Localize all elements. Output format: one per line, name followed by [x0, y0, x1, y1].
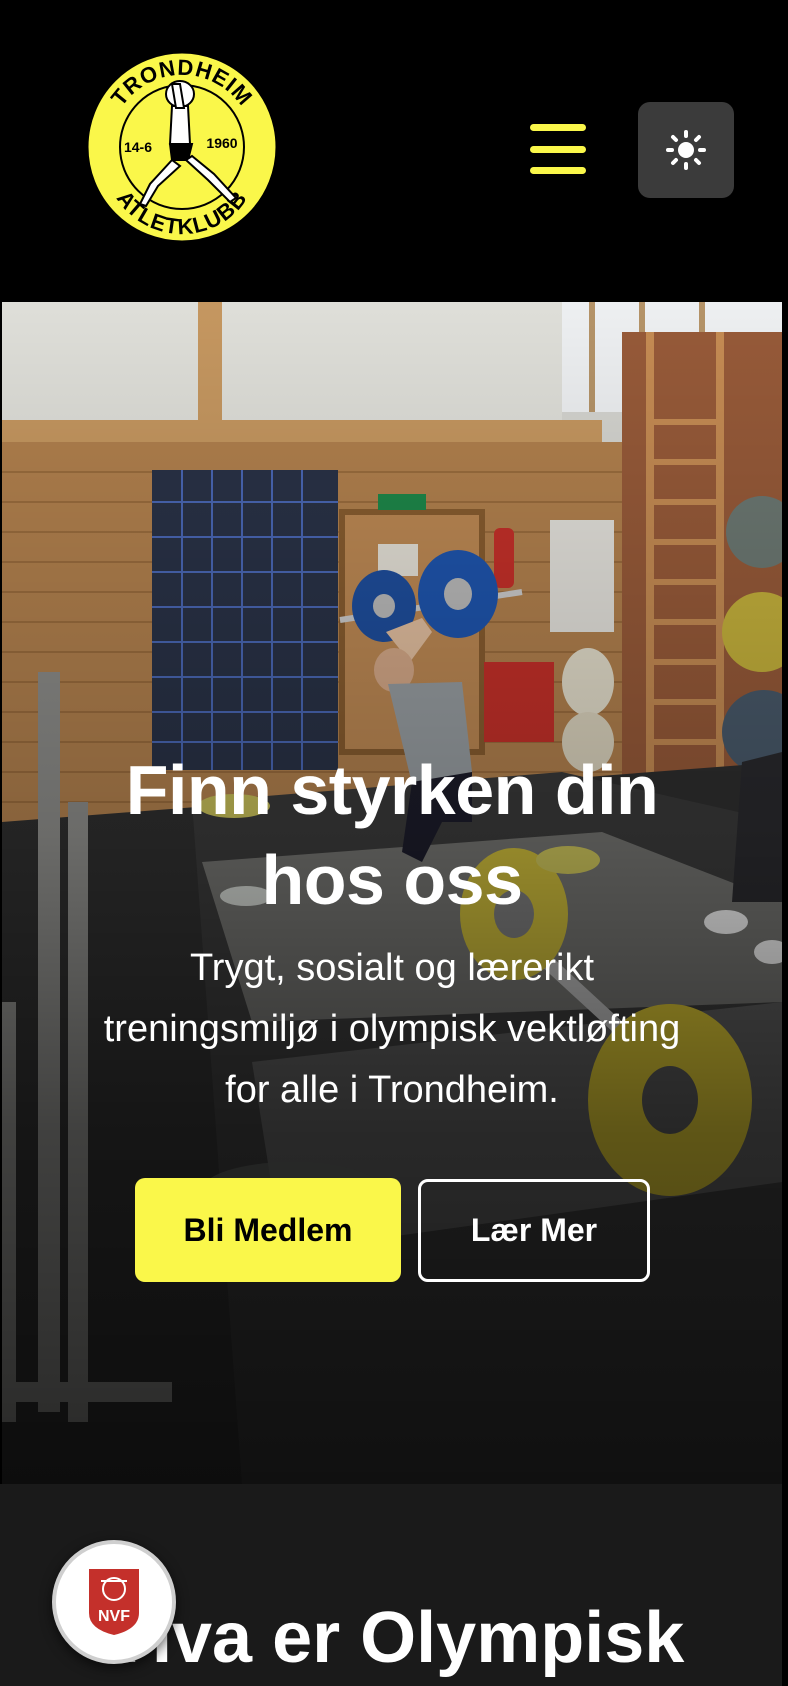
section-title: Hva er Olympisk: [120, 1598, 685, 1678]
hamburger-icon-line: [530, 145, 586, 153]
logo-date-right: 1960: [206, 135, 237, 151]
theme-toggle-button[interactable]: [638, 102, 734, 198]
site-header: TRONDHEIM ATLETKLUBB 14-6 1960: [0, 0, 788, 302]
hero-subtitle: Trygt, sosialt og lærerikt treningsmiljø…: [103, 947, 681, 1111]
sun-icon: [666, 130, 706, 170]
club-logo[interactable]: TRONDHEIM ATLETKLUBB 14-6 1960: [80, 44, 284, 250]
hero-title: Finn styrken din hos oss: [125, 751, 659, 919]
nvf-shield-icon: NVF: [89, 1569, 139, 1635]
page-edge: [782, 0, 788, 1686]
nvf-badge-text: NVF: [98, 1608, 130, 1625]
hamburger-icon-line: [530, 167, 586, 174]
menu-button[interactable]: [528, 120, 588, 178]
hamburger-icon-line: [530, 124, 586, 131]
learn-more-button[interactable]: Lær Mer: [418, 1179, 650, 1282]
join-button[interactable]: Bli Medlem: [135, 1178, 401, 1282]
nvf-badge-button[interactable]: NVF: [52, 1540, 176, 1664]
logo-date-left: 14-6: [124, 139, 152, 155]
